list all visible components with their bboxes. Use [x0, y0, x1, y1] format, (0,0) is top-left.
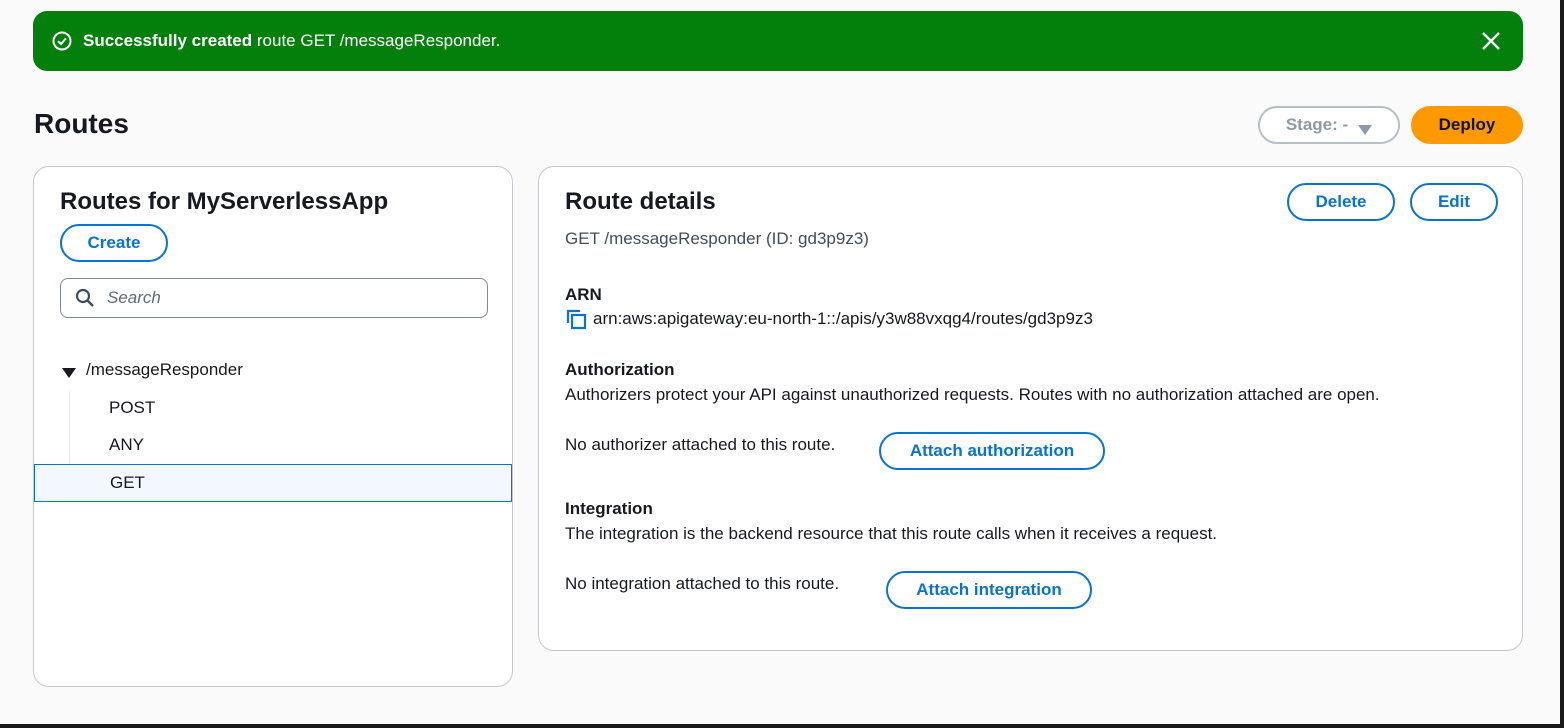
flash-message: Successfully created route GET /messageR…: [83, 31, 500, 51]
arn-value: arn:aws:apigateway:eu-north-1::/apis/y3w…: [593, 309, 1093, 328]
stage-select-label: Stage: -: [1285, 115, 1349, 134]
attach-authorization-button[interactable]: Attach authorization: [879, 432, 1105, 470]
check-circle-icon: [51, 30, 73, 52]
route-details-title: Route details: [565, 188, 716, 215]
tree-item-any[interactable]: ANY: [34, 426, 512, 464]
window-border-bottom: [0, 724, 1564, 728]
tree-item-post[interactable]: POST: [34, 389, 512, 427]
tree-root-messageresponder[interactable]: /messageResponder: [62, 360, 243, 380]
tree-item-get[interactable]: GET: [34, 464, 512, 502]
tree-item-label: POST: [109, 398, 156, 417]
deploy-button[interactable]: Deploy: [1411, 106, 1523, 144]
authorization-description: Authorizers protect your API against una…: [565, 385, 1380, 404]
integration-heading: Integration: [565, 499, 653, 518]
authorization-status: No authorizer attached to this route.: [565, 435, 836, 454]
flash-message-bold: Successfully created: [83, 31, 253, 50]
search-icon: [75, 288, 95, 308]
tree-item-label: ANY: [109, 435, 144, 454]
caret-down-icon: [1358, 120, 1373, 135]
edit-button[interactable]: Edit: [1410, 183, 1498, 221]
window-border-right: [1560, 0, 1564, 728]
attach-integration-button[interactable]: Attach integration: [886, 571, 1092, 609]
authorization-heading: Authorization: [565, 360, 675, 379]
integration-description: The integration is the backend resource …: [565, 524, 1218, 543]
route-search: [60, 278, 488, 318]
tree-root-label: /messageResponder: [86, 360, 243, 379]
caret-down-icon[interactable]: [62, 364, 76, 378]
flash-message-text: route GET /messageResponder.: [252, 31, 501, 50]
tree-item-label: GET: [110, 473, 145, 492]
create-route-button[interactable]: Create: [60, 224, 168, 262]
success-flash-banner: Successfully created route GET /messageR…: [33, 11, 1523, 71]
arn-heading: ARN: [565, 285, 602, 304]
close-icon[interactable]: [1479, 29, 1503, 53]
delete-button[interactable]: Delete: [1287, 183, 1395, 221]
search-input[interactable]: [105, 287, 469, 309]
route-subtitle: GET /messageResponder (ID: gd3p9z3): [565, 229, 869, 248]
routes-panel-title: Routes for MyServerlessApp: [60, 188, 389, 215]
route-details-panel: Route details Delete Edit GET /messageRe…: [538, 166, 1523, 651]
copy-icon[interactable]: [565, 308, 587, 330]
stage-select[interactable]: Stage: -: [1258, 106, 1400, 144]
routes-panel: Routes for MyServerlessApp Create /messa…: [33, 166, 513, 687]
arn-row: arn:aws:apigateway:eu-north-1::/apis/y3w…: [565, 308, 1093, 330]
page-title: Routes: [34, 108, 129, 139]
integration-status: No integration attached to this route.: [565, 574, 840, 593]
